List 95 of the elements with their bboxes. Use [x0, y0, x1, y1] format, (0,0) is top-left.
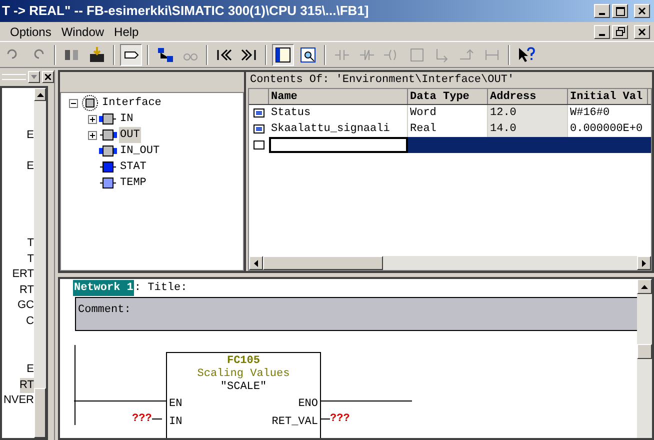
- close-icon: [45, 74, 51, 80]
- scroll-thumb[interactable]: [263, 256, 383, 270]
- tree-item[interactable]: STAT: [119, 158, 148, 176]
- scroll-up-button[interactable]: [34, 88, 46, 101]
- column-header[interactable]: Data Type: [408, 89, 488, 104]
- scroll-right-button[interactable]: [637, 256, 651, 270]
- pin-label: IN: [169, 416, 182, 429]
- pin-label: EN: [169, 398, 182, 411]
- list-item[interactable]: E: [26, 158, 34, 174]
- tree-item[interactable]: TEMP: [119, 174, 148, 192]
- list-item[interactable]: RT: [20, 378, 34, 393]
- parameter-icon: [99, 129, 117, 141]
- scroll-left-button[interactable]: [249, 256, 263, 270]
- menu-item[interactable]: Help: [109, 22, 144, 40]
- block-number: FC105: [226, 355, 260, 368]
- left-arrow-icon: [254, 260, 258, 266]
- minus-icon: [71, 102, 76, 104]
- close-button[interactable]: [634, 4, 650, 18]
- column-header[interactable]: Initial Val: [568, 89, 648, 104]
- scroll-thumb[interactable]: [34, 388, 46, 438]
- comment-label: Comment:: [78, 304, 131, 316]
- row-icon: [253, 124, 265, 134]
- network-label[interactable]: Network 1: [73, 280, 134, 296]
- list-item[interactable]: GC: [18, 298, 34, 314]
- plus-icon: [90, 116, 94, 122]
- up-arrow-icon: [641, 284, 648, 288]
- unconnected-operand[interactable]: ???: [330, 412, 350, 426]
- minimize-icon: [599, 13, 605, 15]
- table-cell-text: 0.000000E+0: [569, 122, 644, 137]
- table-cell: 14.0: [488, 121, 568, 137]
- vertical-scrollbar[interactable]: [637, 279, 652, 438]
- parameter-icon: [99, 145, 117, 157]
- row-icon: [253, 108, 265, 118]
- expand-toggle[interactable]: [88, 130, 96, 140]
- tree-item[interactable]: IN: [119, 110, 134, 128]
- list-item[interactable]: T: [27, 236, 34, 252]
- list-item[interactable]: T: [27, 252, 34, 267]
- list-item[interactable]: NVER: [3, 393, 34, 408]
- scrollbar[interactable]: [34, 88, 46, 438]
- pin-label: ENO: [298, 398, 318, 411]
- parameter-icon: [99, 161, 117, 173]
- table-cell: Status: [269, 105, 408, 121]
- connection-line: [152, 418, 162, 420]
- scroll-thumb[interactable]: [637, 344, 652, 359]
- scroll-up-button[interactable]: [637, 279, 652, 294]
- block-symbol: "SCALE": [220, 381, 267, 394]
- list-item[interactable]: E: [26, 128, 34, 144]
- table-cell: 12.0: [488, 105, 568, 121]
- restore-button[interactable]: [612, 24, 628, 38]
- input-field[interactable]: [269, 137, 408, 153]
- restore-icon: [616, 27, 624, 36]
- function-block[interactable]: FC105 Scaling Values "SCALE" EN ENO IN RET_VAL: [166, 352, 321, 438]
- maximize-button[interactable]: [612, 4, 628, 18]
- tree-item[interactable]: OUT: [119, 126, 141, 144]
- window-title: T -> REAL" -- FB-esimerkki\SIMATIC 300(1)\CPU 315\...\FB1]: [2, 2, 369, 20]
- tree-item[interactable]: IN_OUT: [119, 142, 161, 160]
- comment-field[interactable]: Comment:: [75, 297, 637, 331]
- maximize-icon: [616, 6, 624, 16]
- parameter-icon: [99, 113, 117, 125]
- interface-icon: [81, 95, 99, 111]
- list-item[interactable]: E: [26, 362, 34, 378]
- horizontal-scrollbar[interactable]: [249, 256, 651, 270]
- connection-line: [320, 418, 330, 420]
- right-arrow-icon: [642, 260, 646, 266]
- caret-icon: [31, 75, 37, 79]
- dropdown-button[interactable]: [28, 71, 40, 83]
- minimize-button[interactable]: [594, 4, 610, 18]
- tag-icon[interactable]: [120, 44, 142, 66]
- close-button[interactable]: [42, 71, 54, 83]
- expand-toggle[interactable]: [88, 114, 96, 124]
- unconnected-operand[interactable]: ???: [132, 412, 152, 426]
- pin-label: RET_VAL: [272, 416, 318, 429]
- list-item[interactable]: RT: [20, 282, 34, 298]
- up-arrow-icon: [36, 92, 44, 96]
- menu-item[interactable]: Options: [0, 22, 56, 40]
- minimize-icon: [599, 34, 605, 36]
- column-header[interactable]: Name: [269, 89, 408, 104]
- network-title: : Title:: [134, 280, 188, 296]
- minimize-button[interactable]: [594, 24, 610, 38]
- list-item[interactable]: C: [26, 314, 34, 329]
- table-cell-text: W#16#0: [569, 106, 611, 121]
- plus-icon: [90, 132, 94, 138]
- row-icon: [253, 140, 265, 150]
- column-header[interactable]: Address: [488, 89, 568, 104]
- close-icon: [638, 28, 646, 36]
- close-button[interactable]: [634, 24, 650, 38]
- collapse-toggle[interactable]: [69, 98, 78, 108]
- table-caption: Contents Of: 'Environment\Interface\OUT': [249, 73, 516, 88]
- list-item[interactable]: ERT: [12, 267, 34, 282]
- parameter-icon: [99, 177, 117, 189]
- window-icon[interactable]: [272, 44, 294, 66]
- menu-item[interactable]: Window: [56, 22, 110, 40]
- tree-item[interactable]: Interface: [102, 94, 162, 112]
- block-description: Scaling Values: [197, 368, 290, 381]
- close-icon: [638, 7, 646, 15]
